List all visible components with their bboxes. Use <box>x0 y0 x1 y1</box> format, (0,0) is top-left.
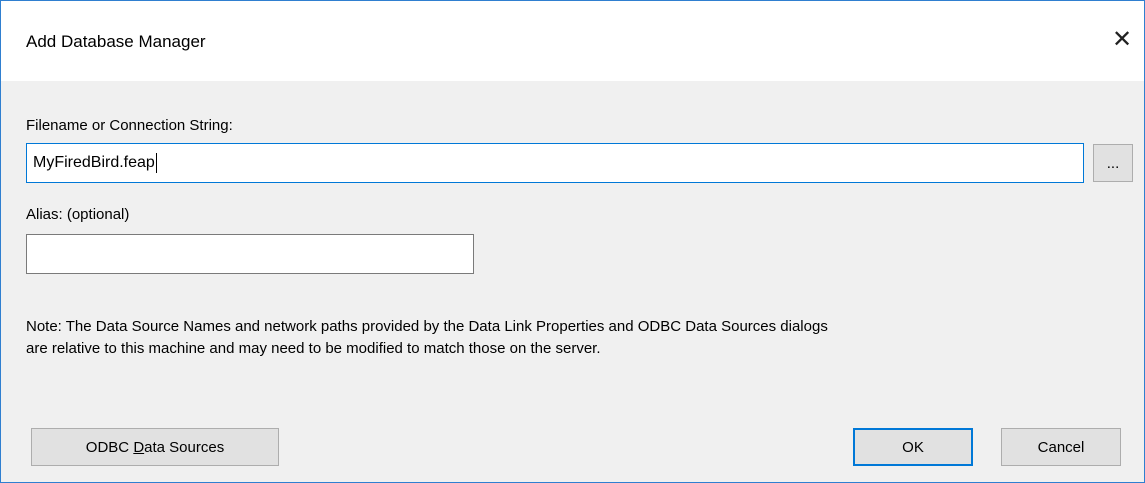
filename-value: MyFiredBird.feap <box>33 154 155 171</box>
window-title: Add Database Manager <box>26 32 206 51</box>
odbc-button-mnemonic: D <box>133 438 145 456</box>
alias-label: Alias: (optional) <box>26 206 130 223</box>
filename-label: Filename or Connection String: <box>26 117 233 134</box>
text-caret <box>155 153 157 173</box>
odbc-data-sources-button[interactable]: ODBC Data Sources <box>31 428 279 466</box>
dialog-window: Add Database Manager ✕ Filename or Conne… <box>0 0 1145 483</box>
title-bar[interactable]: Add Database Manager ✕ <box>1 1 1144 81</box>
ok-button[interactable]: OK <box>853 428 973 466</box>
browse-button[interactable]: ... <box>1093 144 1133 182</box>
odbc-button-prefix: ODBC <box>85 438 134 456</box>
filename-input[interactable]: MyFiredBird.feap <box>26 143 1084 183</box>
note-text: Note: The Data Source Names and network … <box>26 316 1116 360</box>
alias-input[interactable] <box>26 234 474 274</box>
close-icon[interactable]: ✕ <box>1100 17 1144 61</box>
note-line-1: Note: The Data Source Names and network … <box>26 318 828 335</box>
note-line-2: are relative to this machine and may nee… <box>26 340 601 357</box>
cancel-button[interactable]: Cancel <box>1001 428 1121 466</box>
odbc-button-suffix: ata Sources <box>144 438 225 456</box>
